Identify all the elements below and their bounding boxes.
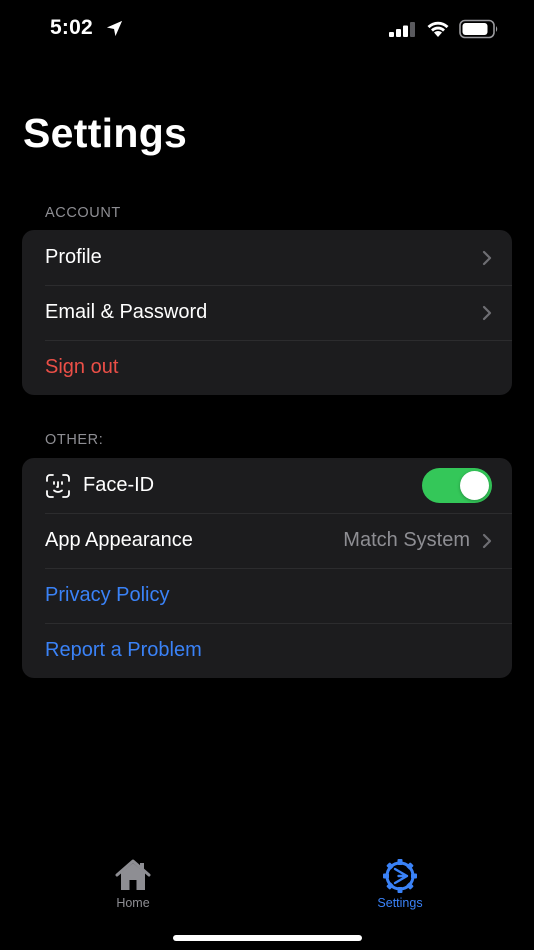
email-password-label: Email & Password bbox=[45, 301, 208, 323]
settings-screen: 5:02 Settings ACCOUNT Profile Email & Pa… bbox=[0, 0, 534, 950]
email-password-row[interactable]: Email & Password bbox=[22, 285, 512, 340]
location-arrow-icon bbox=[106, 20, 123, 37]
face-id-row: Face-ID bbox=[22, 458, 512, 513]
toggle-knob bbox=[460, 471, 489, 500]
wifi-icon bbox=[427, 21, 449, 37]
app-appearance-row[interactable]: App Appearance Match System bbox=[22, 513, 512, 568]
tab-settings-label: Settings bbox=[377, 896, 423, 910]
profile-label: Profile bbox=[45, 246, 102, 268]
profile-row[interactable]: Profile bbox=[22, 230, 512, 285]
house-icon bbox=[115, 859, 151, 890]
tab-settings[interactable]: Settings bbox=[340, 858, 460, 910]
other-section-header: OTHER: bbox=[45, 432, 104, 448]
status-time: 5:02 bbox=[50, 16, 93, 39]
tab-home-label: Home bbox=[116, 896, 150, 910]
account-section-header: ACCOUNT bbox=[45, 205, 121, 221]
chevron-right-icon bbox=[482, 250, 492, 265]
privacy-policy-link[interactable]: Privacy Policy bbox=[45, 584, 492, 607]
report-problem-link[interactable]: Report a Problem bbox=[45, 639, 492, 662]
sign-out-row[interactable]: Sign out bbox=[22, 340, 512, 395]
privacy-policy-row[interactable]: Privacy Policy bbox=[22, 568, 512, 623]
account-group: Profile Email & Password Sign out bbox=[22, 230, 512, 395]
gear-icon bbox=[383, 859, 417, 893]
face-id-icon bbox=[46, 473, 70, 498]
page-title: Settings bbox=[23, 110, 188, 156]
home-indicator[interactable] bbox=[173, 935, 362, 941]
status-bar: 5:02 bbox=[0, 0, 534, 58]
report-problem-row[interactable]: Report a Problem bbox=[22, 623, 512, 678]
battery-icon bbox=[459, 19, 498, 39]
app-appearance-value: Match System bbox=[343, 529, 470, 551]
app-appearance-label: App Appearance bbox=[45, 529, 193, 551]
chevron-right-icon bbox=[482, 305, 492, 320]
chevron-right-icon bbox=[482, 533, 492, 548]
cellular-signal-icon bbox=[389, 22, 415, 37]
other-group: Face-ID App Appearance Match System Priv… bbox=[22, 458, 512, 678]
face-id-label: Face-ID bbox=[83, 474, 155, 496]
tab-home[interactable]: Home bbox=[73, 858, 193, 910]
face-id-toggle[interactable] bbox=[422, 468, 492, 503]
sign-out-label: Sign out bbox=[45, 356, 119, 378]
